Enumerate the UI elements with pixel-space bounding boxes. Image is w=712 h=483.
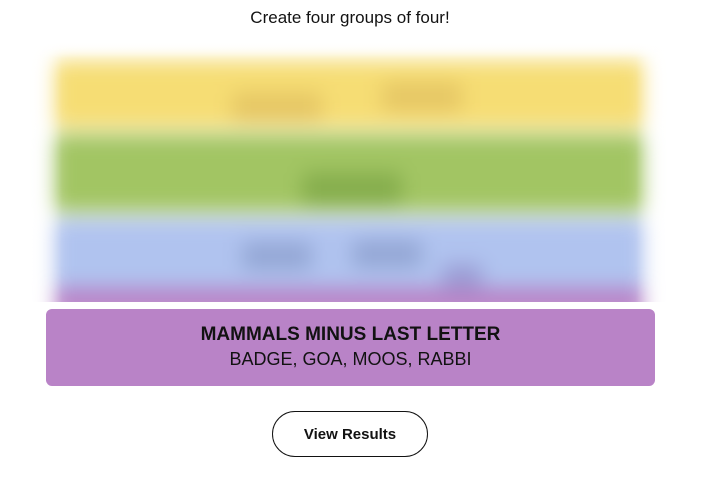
blurred-purple-group [52,288,646,302]
board-fade-left [22,42,62,302]
blurred-text-smudge [242,242,312,270]
blurred-yellow-group [52,60,646,128]
blurred-text-smudge [442,264,482,290]
solved-category-card: MAMMALS MINUS LAST LETTER BADGE, GOA, MO… [46,309,655,386]
board-fade-top [22,42,676,58]
blurred-blue-group [52,218,646,292]
view-results-button[interactable]: View Results [272,411,428,457]
blurred-text-smudge [302,172,402,206]
instructions-text: Create four groups of four! [250,8,450,27]
category-title: MAMMALS MINUS LAST LETTER [200,324,501,345]
game-container: Create four groups of four! MAMMALS MINU… [0,0,712,483]
blurred-text-smudge [352,240,422,268]
board-fade-right [636,42,676,302]
blurred-solved-board [22,42,676,302]
blurred-text-smudge [382,82,462,112]
blurred-text-smudge [232,92,322,122]
category-members: BADGE, GOA, MOOS, RABBI [229,349,472,369]
